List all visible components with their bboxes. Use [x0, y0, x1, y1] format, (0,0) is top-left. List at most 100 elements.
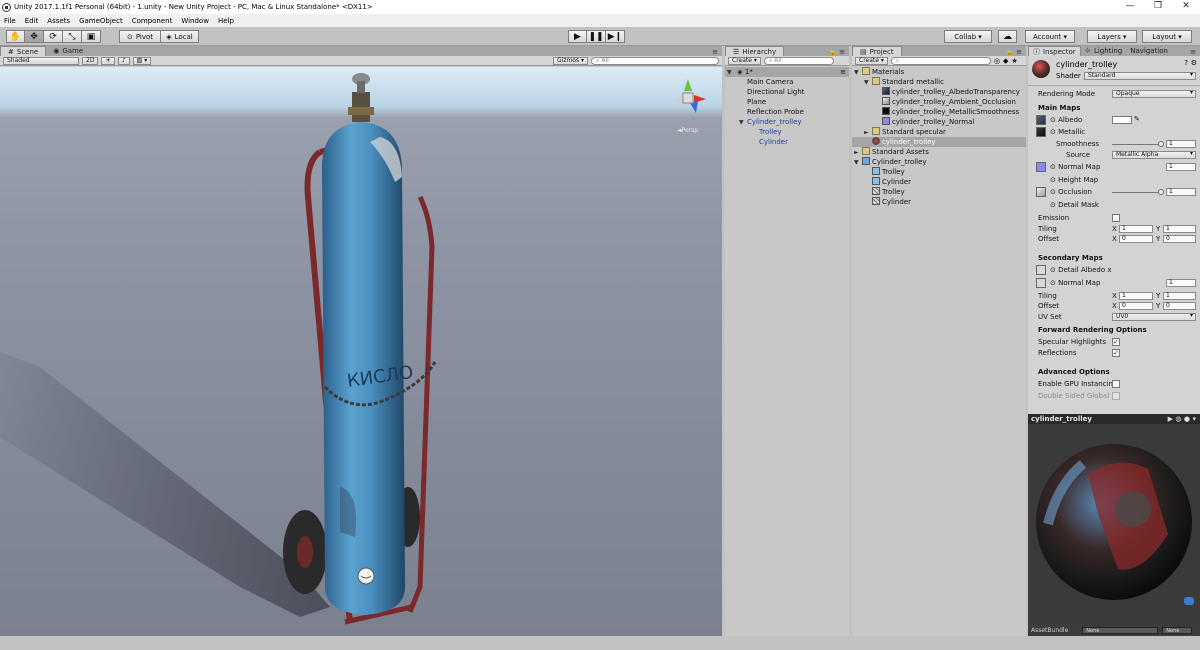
project-menu-icon[interactable]: 🔒 ≡: [1005, 48, 1026, 56]
emission-checkbox[interactable]: [1112, 214, 1120, 222]
hierarchy-item[interactable]: Reflection Probe: [725, 107, 849, 117]
specular-highlights-checkbox[interactable]: ✓: [1112, 338, 1120, 346]
source-dropdown[interactable]: Metallic Alpha: [1112, 151, 1196, 159]
scene-viewport[interactable]: КИСЛО ◄Persp: [0, 67, 722, 636]
gizmos-dropdown[interactable]: Gizmos ▾: [552, 56, 588, 65]
metallic-texture-slot[interactable]: [1036, 127, 1046, 137]
account-dropdown[interactable]: Account ▾: [1025, 30, 1075, 43]
move-tool-icon[interactable]: ✥: [25, 30, 44, 43]
expand-arrow-icon[interactable]: ▼: [854, 158, 862, 168]
preview-sphere-render[interactable]: [1028, 424, 1200, 624]
hand-tool-icon[interactable]: ✋: [6, 30, 25, 43]
tiling2-x-field[interactable]: 1: [1119, 292, 1153, 300]
scene-root-row[interactable]: ▼ ◈ 1* ≡: [725, 67, 849, 77]
tab-inspector[interactable]: ⓘ Inspector: [1028, 46, 1081, 56]
layers-dropdown[interactable]: Layers ▾: [1087, 30, 1137, 43]
hierarchy-item[interactable]: Cylinder: [725, 137, 849, 147]
expand-arrow-icon[interactable]: ▼: [727, 68, 735, 78]
project-item[interactable]: Cylinder: [852, 177, 1026, 187]
tab-hierarchy[interactable]: ☰ Hierarchy: [725, 46, 785, 56]
occlusion-value-field[interactable]: 1: [1166, 188, 1196, 196]
hierarchy-item[interactable]: Main Camera: [725, 77, 849, 87]
offset-x-field[interactable]: 0: [1119, 235, 1153, 243]
close-window-button[interactable]: ✕: [1172, 0, 1200, 14]
step-icon[interactable]: ▶❙: [606, 30, 625, 43]
persp-label[interactable]: ◄Persp: [677, 127, 698, 134]
tiling2-y-field[interactable]: 1: [1163, 292, 1196, 300]
audio-toggle-icon[interactable]: ♪: [117, 56, 130, 65]
menu-gameobject[interactable]: GameObject: [79, 17, 123, 25]
project-item[interactable]: cylinder_trolley_Ambient_Occlusion: [852, 97, 1026, 107]
hierarchy-create-dropdown[interactable]: Create ▾: [728, 56, 761, 65]
hierarchy-search-input[interactable]: ⌕ All: [763, 56, 834, 65]
normal-scale-field[interactable]: 1: [1166, 163, 1196, 171]
menu-file[interactable]: File: [4, 17, 16, 25]
lighting-toggle-icon[interactable]: ☀: [101, 56, 115, 65]
favorite-icon[interactable]: ★: [1011, 57, 1017, 65]
inspector-menu-icon[interactable]: ≡: [1190, 48, 1200, 56]
project-item[interactable]: ► Standard Assets: [852, 147, 1026, 157]
rect-tool-icon[interactable]: ▣: [82, 30, 101, 43]
pause-icon[interactable]: ❚❚: [587, 30, 606, 43]
assetbundle-dropdown[interactable]: None: [1082, 626, 1159, 634]
tab-navigation[interactable]: Navigation: [1126, 46, 1172, 56]
settings-gear-icon[interactable]: ⚙: [1191, 59, 1197, 67]
detail-albedo-slot[interactable]: [1036, 265, 1046, 275]
tab-lighting[interactable]: ☼ Lighting: [1080, 46, 1127, 56]
hierarchy-item[interactable]: Plane: [725, 97, 849, 107]
uv-set-dropdown[interactable]: UV0: [1112, 313, 1196, 321]
cloud-icon[interactable]: ☁: [998, 30, 1017, 43]
albedo-texture-slot[interactable]: [1036, 115, 1046, 125]
shader-dropdown[interactable]: Standard: [1084, 72, 1196, 80]
layout-dropdown[interactable]: Layout ▾: [1142, 30, 1192, 43]
smoothness-slider-thumb[interactable]: [1158, 141, 1164, 147]
offset2-x-field[interactable]: 0: [1119, 302, 1153, 310]
mode-2d-toggle[interactable]: 2D: [82, 56, 99, 65]
expand-arrow-icon[interactable]: ▼: [739, 118, 747, 128]
scene-search-input[interactable]: ⌕ All: [591, 56, 719, 65]
help-icon[interactable]: ?: [1184, 59, 1188, 67]
project-item[interactable]: Trolley: [852, 167, 1026, 177]
scene-options-icon[interactable]: ≡: [840, 67, 849, 77]
eyedropper-icon[interactable]: ✎: [1134, 115, 1140, 123]
scale-tool-icon[interactable]: ⤡: [63, 30, 82, 43]
offset2-y-field[interactable]: 0: [1163, 302, 1196, 310]
tiling-y-field[interactable]: 1: [1163, 225, 1196, 233]
play-icon[interactable]: ▶: [568, 30, 587, 43]
tiling-x-field[interactable]: 1: [1119, 225, 1153, 233]
reflections-checkbox[interactable]: ✓: [1112, 349, 1120, 357]
assetbundle-variant-dropdown[interactable]: None: [1162, 626, 1193, 634]
scene-panel-menu-icon[interactable]: ≡: [712, 48, 722, 56]
gpu-instancing-checkbox[interactable]: [1112, 380, 1120, 388]
project-item[interactable]: cylinder_trolley: [852, 137, 1026, 147]
project-item[interactable]: ▼ Materials: [852, 67, 1026, 77]
local-button[interactable]: ◈ Local: [161, 30, 199, 43]
menu-help[interactable]: Help: [218, 17, 234, 25]
detail-normal-scale-field[interactable]: 1: [1166, 279, 1196, 287]
normal-texture-slot[interactable]: [1036, 162, 1046, 172]
occlusion-texture-slot[interactable]: [1036, 187, 1046, 197]
expand-arrow-icon[interactable]: ▼: [864, 78, 872, 88]
project-item[interactable]: cylinder_trolley_Normal: [852, 117, 1026, 127]
project-item[interactable]: Trolley: [852, 187, 1026, 197]
preview-play-icon[interactable]: ▶ ◍ ● ▾: [1168, 415, 1200, 423]
project-item[interactable]: cylinder_trolley_AlbedoTransparency: [852, 87, 1026, 97]
menu-component[interactable]: Component: [132, 17, 173, 25]
smoothness-slider[interactable]: [1112, 144, 1162, 145]
minimize-button[interactable]: —: [1116, 0, 1144, 14]
project-item[interactable]: ▼ Standard metallic: [852, 77, 1026, 87]
menu-window[interactable]: Window: [181, 17, 209, 25]
menu-edit[interactable]: Edit: [25, 17, 39, 25]
orientation-gizmo-icon[interactable]: [668, 77, 708, 117]
occlusion-slider-thumb[interactable]: [1158, 189, 1164, 195]
expand-arrow-icon[interactable]: ▼: [854, 68, 862, 78]
hierarchy-menu-icon[interactable]: 🔒 ≡: [828, 48, 849, 56]
hierarchy-item[interactable]: Trolley: [725, 127, 849, 137]
detail-normal-slot[interactable]: [1036, 278, 1046, 288]
hierarchy-item[interactable]: ▼ Cylinder_trolley: [725, 117, 849, 127]
hierarchy-item[interactable]: Directional Light: [725, 87, 849, 97]
occlusion-slider[interactable]: [1112, 192, 1162, 193]
menu-assets[interactable]: Assets: [47, 17, 70, 25]
collab-button[interactable]: Collab ▾: [944, 30, 992, 43]
smoothness-value-field[interactable]: 1: [1166, 140, 1196, 148]
